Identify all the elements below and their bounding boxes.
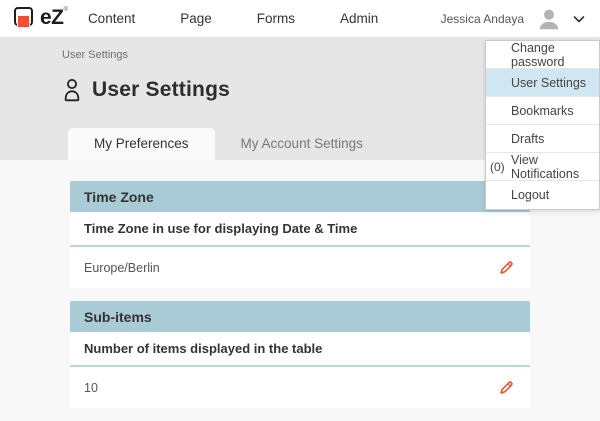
user-name: Jessica Andaya <box>441 12 524 26</box>
section-header-sub-items: Sub-items <box>70 301 530 332</box>
time-zone-value: Europe/Berlin <box>84 261 160 275</box>
nav-item-admin[interactable]: Admin <box>340 2 378 35</box>
tab-my-preferences[interactable]: My Preferences <box>68 128 215 160</box>
ez-logo-text: eZ <box>40 5 64 31</box>
menu-item-bookmarks[interactable]: Bookmarks <box>486 97 599 125</box>
tab-bar: My Preferences My Account Settings <box>68 128 389 160</box>
chevron-down-icon <box>572 12 586 26</box>
avatar-icon <box>536 6 562 32</box>
edit-time-zone-button[interactable] <box>498 260 514 276</box>
time-zone-value-row: Europe/Berlin <box>70 247 530 288</box>
user-icon <box>62 78 82 102</box>
user-settings-page: eZ ® Content Page Forms Admin Jessica An… <box>0 0 600 421</box>
time-zone-question-label: Time Zone in use for displaying Date & T… <box>70 212 530 247</box>
nav-item-content[interactable]: Content <box>88 2 135 35</box>
menu-item-user-settings[interactable]: User Settings <box>486 69 599 97</box>
section-header-time-zone: Time Zone <box>70 181 530 212</box>
menu-item-logout[interactable]: Logout <box>486 181 599 209</box>
menu-item-view-notifications[interactable]: (0) View Notifications <box>486 153 599 181</box>
main-nav: Content Page Forms Admin <box>88 2 423 35</box>
section-sub-items: Sub-items Number of items displayed in t… <box>70 301 530 408</box>
menu-item-label: View Notifications <box>511 153 599 181</box>
ez-logo-icon <box>14 6 40 32</box>
tab-my-account-settings[interactable]: My Account Settings <box>215 128 389 160</box>
user-dropdown-menu: Change password User Settings Bookmarks … <box>485 40 600 210</box>
ez-logo[interactable]: eZ ® <box>14 5 68 32</box>
ez-logo-orange-square <box>17 15 30 28</box>
nav-item-page[interactable]: Page <box>180 2 212 35</box>
user-menu-trigger[interactable]: Jessica Andaya <box>441 6 586 32</box>
sub-items-value-row: 10 <box>70 367 530 408</box>
preferences-card: Time Zone Time Zone in use for displayin… <box>70 181 530 408</box>
sub-items-value: 10 <box>84 381 98 395</box>
top-navigation-bar: eZ ® Content Page Forms Admin Jessica An… <box>0 0 600 37</box>
sub-items-question-label: Number of items displayed in the table <box>70 332 530 367</box>
ez-logo-registered-mark: ® <box>64 7 68 13</box>
nav-item-forms[interactable]: Forms <box>257 2 295 35</box>
edit-sub-items-button[interactable] <box>498 380 514 396</box>
notifications-count-badge: (0) <box>490 160 505 174</box>
menu-item-change-password[interactable]: Change password <box>486 41 599 69</box>
page-title: User Settings <box>92 78 230 102</box>
menu-item-drafts[interactable]: Drafts <box>486 125 599 153</box>
section-time-zone: Time Zone Time Zone in use for displayin… <box>70 181 530 288</box>
